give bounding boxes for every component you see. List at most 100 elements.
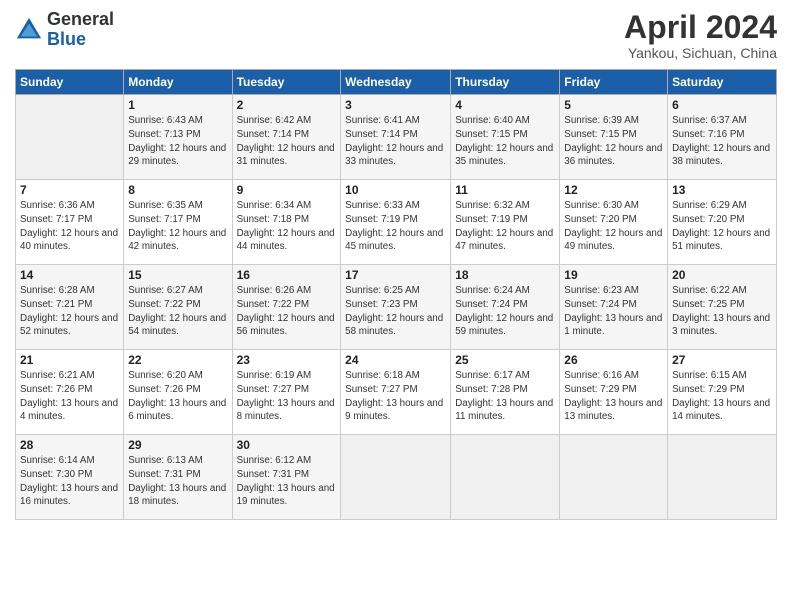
table-row: 24 Sunrise: 6:18 AM Sunset: 7:27 PM Dayli… xyxy=(341,350,451,435)
day-info: Sunrise: 6:22 AM Sunset: 7:25 PM Dayligh… xyxy=(672,284,772,339)
calendar-row-0: 1Sunrise: 6:43 AM Sunset: 7:13 PM Daylig… xyxy=(16,95,777,180)
day-number: 11 xyxy=(455,183,555,197)
calendar: Sunday Monday Tuesday Wednesday Thursday… xyxy=(15,69,777,520)
col-friday: Friday xyxy=(560,70,668,95)
table-row: 16 Sunrise: 6:26 AM Sunset: 7:22 PM Dayli… xyxy=(232,265,341,350)
day-number: 26 xyxy=(564,353,663,367)
day-info: Sunrise: 6:34 AM Sunset: 7:18 PM Dayligh… xyxy=(237,199,337,254)
day-number: 29 xyxy=(128,438,227,452)
table-row: 1Sunrise: 6:43 AM Sunset: 7:13 PM Daylig… xyxy=(124,95,232,180)
table-row: 14 Sunrise: 6:28 AM Sunset: 7:21 PM Dayli… xyxy=(16,265,124,350)
day-info: Sunrise: 6:42 AM Sunset: 7:14 PM Dayligh… xyxy=(237,114,337,169)
table-row: 10 Sunrise: 6:33 AM Sunset: 7:19 PM Dayli… xyxy=(341,180,451,265)
table-row: 21Sunrise: 6:21 AM Sunset: 7:26 PM Dayli… xyxy=(16,350,124,435)
day-info: Sunrise: 6:26 AM Sunset: 7:22 PM Dayligh… xyxy=(237,284,337,339)
day-number: 8 xyxy=(128,183,227,197)
table-row: 9Sunrise: 6:34 AM Sunset: 7:18 PM Daylig… xyxy=(232,180,341,265)
table-row: 7 Sunrise: 6:36 AM Sunset: 7:17 PM Daylig… xyxy=(16,180,124,265)
table-row: 26 Sunrise: 6:16 AM Sunset: 7:29 PM Dayli… xyxy=(560,350,668,435)
day-info: Sunrise: 6:28 AM Sunset: 7:21 PM Dayligh… xyxy=(20,284,119,339)
table-row: 22Sunrise: 6:20 AM Sunset: 7:26 PM Dayli… xyxy=(124,350,232,435)
logo-icon xyxy=(15,16,43,44)
col-saturday: Saturday xyxy=(668,70,777,95)
calendar-row-4: 28 Sunrise: 6:14 AM Sunset: 7:30 PM Dayli… xyxy=(16,435,777,520)
day-number: 21 xyxy=(20,353,119,367)
day-number: 24 xyxy=(345,353,446,367)
logo-text: General Blue xyxy=(47,10,114,50)
day-number: 3 xyxy=(345,98,446,112)
day-number: 13 xyxy=(672,183,772,197)
table-row: 28 Sunrise: 6:14 AM Sunset: 7:30 PM Dayli… xyxy=(16,435,124,520)
day-number: 27 xyxy=(672,353,772,367)
day-number: 12 xyxy=(564,183,663,197)
calendar-header-row: Sunday Monday Tuesday Wednesday Thursday… xyxy=(16,70,777,95)
table-row xyxy=(560,435,668,520)
day-info: Sunrise: 6:18 AM Sunset: 7:27 PM Dayligh… xyxy=(345,369,446,424)
table-row: 18 Sunrise: 6:24 AM Sunset: 7:24 PM Dayli… xyxy=(451,265,560,350)
col-thursday: Thursday xyxy=(451,70,560,95)
day-info: Sunrise: 6:20 AM Sunset: 7:26 PM Dayligh… xyxy=(128,369,227,424)
day-info: Sunrise: 6:33 AM Sunset: 7:19 PM Dayligh… xyxy=(345,199,446,254)
main-title: April 2024 xyxy=(624,10,777,45)
table-row: 5 Sunrise: 6:39 AM Sunset: 7:15 PM Daylig… xyxy=(560,95,668,180)
day-info: Sunrise: 6:25 AM Sunset: 7:23 PM Dayligh… xyxy=(345,284,446,339)
subtitle: Yankou, Sichuan, China xyxy=(624,45,777,61)
table-row xyxy=(341,435,451,520)
day-info: Sunrise: 6:27 AM Sunset: 7:22 PM Dayligh… xyxy=(128,284,227,339)
calendar-row-1: 7 Sunrise: 6:36 AM Sunset: 7:17 PM Daylig… xyxy=(16,180,777,265)
day-number: 7 xyxy=(20,183,119,197)
day-number: 15 xyxy=(128,268,227,282)
day-info: Sunrise: 6:37 AM Sunset: 7:16 PM Dayligh… xyxy=(672,114,772,169)
table-row xyxy=(16,95,124,180)
day-info: Sunrise: 6:41 AM Sunset: 7:14 PM Dayligh… xyxy=(345,114,446,169)
day-number: 19 xyxy=(564,268,663,282)
day-info: Sunrise: 6:40 AM Sunset: 7:15 PM Dayligh… xyxy=(455,114,555,169)
table-row: 27 Sunrise: 6:15 AM Sunset: 7:29 PM Dayli… xyxy=(668,350,777,435)
day-info: Sunrise: 6:16 AM Sunset: 7:29 PM Dayligh… xyxy=(564,369,663,424)
day-info: Sunrise: 6:14 AM Sunset: 7:30 PM Dayligh… xyxy=(20,454,119,509)
day-number: 20 xyxy=(672,268,772,282)
day-number: 14 xyxy=(20,268,119,282)
col-sunday: Sunday xyxy=(16,70,124,95)
day-info: Sunrise: 6:19 AM Sunset: 7:27 PM Dayligh… xyxy=(237,369,337,424)
day-number: 2 xyxy=(237,98,337,112)
day-info: Sunrise: 6:39 AM Sunset: 7:15 PM Dayligh… xyxy=(564,114,663,169)
day-number: 6 xyxy=(672,98,772,112)
table-row: 8 Sunrise: 6:35 AM Sunset: 7:17 PM Daylig… xyxy=(124,180,232,265)
table-row: 2 Sunrise: 6:42 AM Sunset: 7:14 PM Daylig… xyxy=(232,95,341,180)
col-wednesday: Wednesday xyxy=(341,70,451,95)
table-row: 11 Sunrise: 6:32 AM Sunset: 7:19 PM Dayli… xyxy=(451,180,560,265)
day-number: 25 xyxy=(455,353,555,367)
day-info: Sunrise: 6:32 AM Sunset: 7:19 PM Dayligh… xyxy=(455,199,555,254)
day-number: 18 xyxy=(455,268,555,282)
day-info: Sunrise: 6:30 AM Sunset: 7:20 PM Dayligh… xyxy=(564,199,663,254)
col-monday: Monday xyxy=(124,70,232,95)
table-row: 19 Sunrise: 6:23 AM Sunset: 7:24 PM Dayli… xyxy=(560,265,668,350)
table-row: 6 Sunrise: 6:37 AM Sunset: 7:16 PM Daylig… xyxy=(668,95,777,180)
day-info: Sunrise: 6:17 AM Sunset: 7:28 PM Dayligh… xyxy=(455,369,555,424)
logo-general: General xyxy=(47,10,114,30)
day-info: Sunrise: 6:12 AM Sunset: 7:31 PM Dayligh… xyxy=(237,454,337,509)
table-row: 17 Sunrise: 6:25 AM Sunset: 7:23 PM Dayli… xyxy=(341,265,451,350)
day-info: Sunrise: 6:23 AM Sunset: 7:24 PM Dayligh… xyxy=(564,284,663,339)
day-info: Sunrise: 6:13 AM Sunset: 7:31 PM Dayligh… xyxy=(128,454,227,509)
day-info: Sunrise: 6:36 AM Sunset: 7:17 PM Dayligh… xyxy=(20,199,119,254)
day-number: 17 xyxy=(345,268,446,282)
day-info: Sunrise: 6:24 AM Sunset: 7:24 PM Dayligh… xyxy=(455,284,555,339)
day-number: 28 xyxy=(20,438,119,452)
logo: General Blue xyxy=(15,10,114,50)
day-info: Sunrise: 6:35 AM Sunset: 7:17 PM Dayligh… xyxy=(128,199,227,254)
day-number: 10 xyxy=(345,183,446,197)
table-row: 23 Sunrise: 6:19 AM Sunset: 7:27 PM Dayli… xyxy=(232,350,341,435)
day-info: Sunrise: 6:29 AM Sunset: 7:20 PM Dayligh… xyxy=(672,199,772,254)
day-number: 1 xyxy=(128,98,227,112)
day-number: 23 xyxy=(237,353,337,367)
day-number: 4 xyxy=(455,98,555,112)
day-number: 16 xyxy=(237,268,337,282)
table-row: 4 Sunrise: 6:40 AM Sunset: 7:15 PM Daylig… xyxy=(451,95,560,180)
day-info: Sunrise: 6:15 AM Sunset: 7:29 PM Dayligh… xyxy=(672,369,772,424)
table-row xyxy=(451,435,560,520)
logo-blue: Blue xyxy=(47,30,114,50)
header: General Blue April 2024 Yankou, Sichuan,… xyxy=(15,10,777,61)
day-number: 5 xyxy=(564,98,663,112)
